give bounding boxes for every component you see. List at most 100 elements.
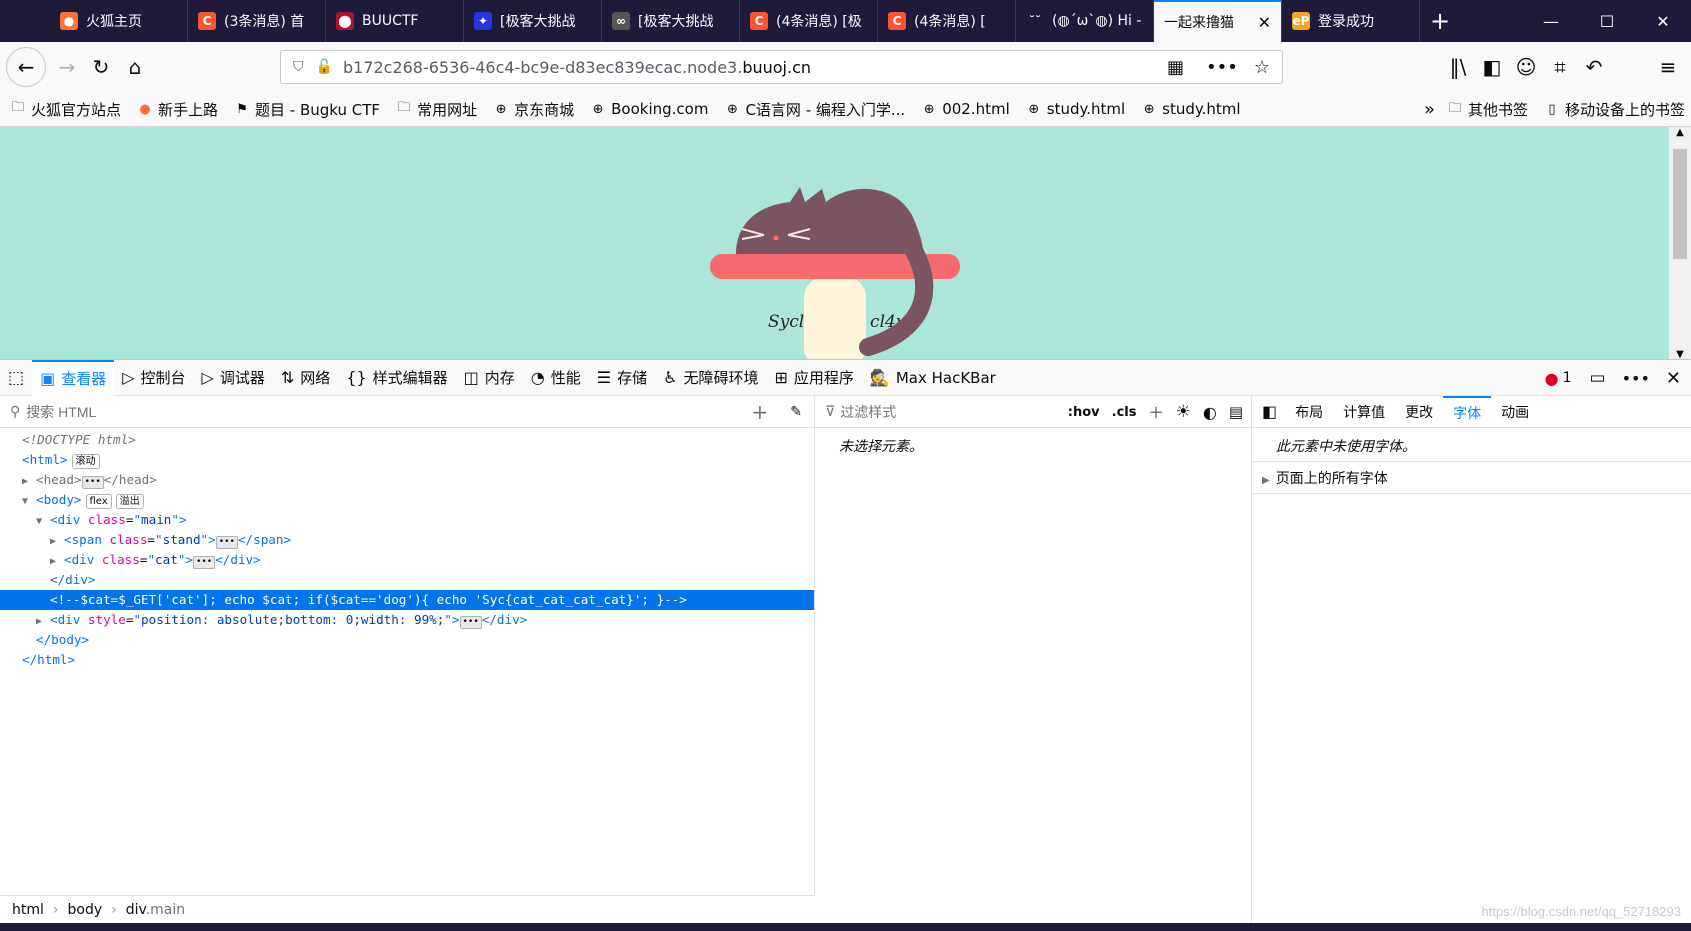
collapse-arrow-icon[interactable]: ▼	[22, 492, 36, 512]
reload-button[interactable]: ↻	[84, 50, 118, 84]
tab-computed[interactable]: 计算值	[1333, 396, 1395, 428]
bookmark-item[interactable]: ● 新手上路	[137, 99, 218, 120]
flex-badge[interactable]: flex	[85, 494, 112, 509]
breadcrumb-body[interactable]: body	[68, 902, 103, 918]
add-rule-icon[interactable]: +	[1149, 402, 1164, 423]
responsive-mode-icon[interactable]: ▭	[1590, 368, 1606, 388]
menu-icon[interactable]: ≡	[1651, 50, 1685, 84]
forward-button[interactable]: →	[50, 50, 84, 84]
devtools-close-icon[interactable]: ✕	[1666, 368, 1681, 389]
bookmark-item[interactable]: ⊕ 002.html	[921, 99, 1010, 120]
chevron-more-icon[interactable]: »	[1424, 99, 1435, 120]
tree-row-head[interactable]: ▶ <head> ••• </head>	[0, 470, 814, 490]
error-count[interactable]: 1	[1563, 370, 1572, 386]
tree-row-html[interactable]: <html> 滚动	[0, 450, 814, 470]
eyedropper-icon[interactable]: ✎	[790, 404, 802, 420]
scroll-up-icon[interactable]: ▲	[1669, 127, 1691, 138]
tab-layout[interactable]: 布局	[1285, 396, 1333, 428]
expand-arrow-icon[interactable]: ▶	[36, 612, 50, 632]
hov-toggle[interactable]: :hov	[1068, 405, 1100, 420]
tree-row-div-style[interactable]: ▶ <div style="position: absolute;bottom: …	[0, 610, 814, 630]
library-icon[interactable]: ‖\	[1441, 50, 1475, 84]
bookmark-star-icon[interactable]: ☆	[1254, 57, 1270, 78]
tree-row-div-main[interactable]: ▼ <div class="main">	[0, 510, 814, 530]
tree-row-div-close[interactable]: </div>	[0, 570, 814, 590]
tab-2[interactable]: ⬤ BUUCTF	[326, 0, 464, 42]
devtools-menu-icon[interactable]: •••	[1622, 369, 1650, 388]
devtools-tab-storage[interactable]: ☰ 存储	[589, 360, 655, 396]
tab-9[interactable]: eP 登录成功	[1282, 0, 1420, 42]
mobile-bookmarks[interactable]: ▯ 移动设备上的书签	[1544, 99, 1685, 120]
account-icon[interactable]: ☺	[1509, 50, 1543, 84]
tab-3[interactable]: ✦ [极客大挑战	[464, 0, 602, 42]
home-button[interactable]: ⌂	[118, 50, 152, 84]
back-button[interactable]: ←	[6, 47, 46, 87]
undo-icon[interactable]: ↶	[1577, 50, 1611, 84]
breadcrumb-html[interactable]: html	[12, 902, 44, 918]
bookmark-item[interactable]: 🗀 火狐官方站点	[10, 99, 121, 120]
expand-arrow-icon[interactable]: ▶	[50, 532, 64, 552]
qr-code-icon[interactable]: ▦	[1167, 57, 1184, 78]
devtools-tab-application[interactable]: ⊞ 应用程序	[767, 360, 862, 396]
bookmark-item[interactable]: ⊕ study.html	[1141, 99, 1241, 120]
tab-changes[interactable]: 更改	[1395, 396, 1443, 428]
devtools-tab-performance[interactable]: ◔ 性能	[523, 360, 589, 396]
sidebar-icon[interactable]: ◧	[1475, 50, 1509, 84]
tree-row-body-close[interactable]: </body>	[0, 630, 814, 650]
search-input[interactable]	[26, 403, 587, 420]
bookmark-item[interactable]: ⚑ 题目 - Bugku CTF	[234, 99, 380, 120]
new-tab-button[interactable]: +	[1420, 0, 1460, 42]
bookmark-item[interactable]: ⊕ Booking.com	[590, 99, 709, 120]
overflow-badge[interactable]: 溢出	[115, 494, 144, 509]
print-media-icon[interactable]: ▤	[1229, 403, 1243, 421]
scroll-thumb[interactable]	[1673, 149, 1687, 259]
expand-arrow-icon[interactable]: ▶	[22, 472, 36, 492]
toggle-panel-icon[interactable]: ◧	[1262, 402, 1277, 421]
ellipsis-badge[interactable]: •••	[192, 556, 216, 569]
bookmark-item[interactable]: 🗀 常用网址	[396, 99, 478, 120]
url-bar[interactable]: ⛉ 🔓 b172c268-6536-46c4-bc9e-d83ec839ecac…	[280, 50, 1283, 84]
insecure-lock-icon[interactable]: 🔓	[316, 59, 333, 75]
tree-row-doctype[interactable]: <!DOCTYPE html>	[0, 430, 814, 450]
add-node-icon[interactable]: +	[752, 400, 769, 424]
element-picker-button[interactable]: ⬚	[0, 360, 32, 396]
expand-arrow-icon[interactable]: ▶	[1262, 475, 1270, 486]
cls-toggle[interactable]: .cls	[1112, 405, 1137, 420]
error-icon[interactable]: ●	[1545, 369, 1559, 388]
tree-row-html-close[interactable]: </html>	[0, 650, 814, 670]
ellipsis-badge[interactable]: •••	[81, 476, 104, 489]
devtools-tab-hackbar[interactable]: 🕵 Max HacKBar	[862, 360, 1004, 396]
devtools-tab-inspector[interactable]: ▣ 查看器	[32, 359, 115, 396]
devtools-tab-accessibility[interactable]: ♿ 无障碍环境	[655, 360, 766, 396]
other-bookmarks[interactable]: 🗀 其他书签	[1447, 99, 1528, 120]
tree-row-span-stand[interactable]: ▶ <span class="stand"> ••• </span>	[0, 530, 814, 550]
devtools-tab-memory[interactable]: ◫ 内存	[456, 360, 523, 396]
tab-1[interactable]: C (3条消息) 首	[188, 0, 326, 42]
page-scrollbar[interactable]: ▲ ▼	[1669, 127, 1691, 359]
tab-fonts[interactable]: 字体	[1443, 395, 1492, 428]
shield-icon[interactable]: ⛉	[293, 59, 304, 75]
tree-row-div-cat[interactable]: ▶ <div class="cat"> ••• </div>	[0, 550, 814, 570]
tab-5[interactable]: C (4条消息) [极	[740, 0, 878, 42]
scroll-badge[interactable]: 滚动	[71, 454, 100, 469]
page-actions-icon[interactable]: •••	[1206, 57, 1238, 78]
devtools-tab-console[interactable]: ▷ 控制台	[114, 360, 193, 396]
tab-6[interactable]: C (4条消息) [	[878, 0, 1016, 42]
all-fonts-section[interactable]: ▶ 页面上的所有字体	[1252, 462, 1691, 494]
tab-animations[interactable]: 动画	[1491, 396, 1539, 428]
devtools-tab-style-editor[interactable]: {} 样式编辑器	[338, 360, 455, 396]
maximize-icon[interactable]: ☐	[1579, 0, 1635, 42]
devtools-tab-debugger[interactable]: ▷ 调试器	[194, 360, 273, 396]
minimize-icon[interactable]: —	[1523, 0, 1579, 42]
tab-8[interactable]: 一起来撸猫 ✕	[1154, 0, 1282, 42]
dark-mode-icon[interactable]: ◐	[1203, 403, 1217, 422]
bookmark-item[interactable]: ⊕ study.html	[1026, 99, 1125, 120]
filter-styles-input[interactable]	[840, 403, 1011, 420]
tab-4[interactable]: ∞ [极客大挑战	[602, 0, 740, 42]
expand-arrow-icon[interactable]: ▶	[50, 552, 64, 572]
light-mode-icon[interactable]: ☀	[1176, 402, 1191, 422]
close-window-icon[interactable]: ✕	[1635, 0, 1691, 42]
tree-row-comment[interactable]: <!--$cat=$_GET['cat']; echo $cat; if($ca…	[0, 590, 814, 610]
collapse-arrow-icon[interactable]: ▼	[36, 512, 50, 532]
tab-7[interactable]: ˘˘ (◍´ω`◍) Hi -	[1016, 0, 1154, 42]
